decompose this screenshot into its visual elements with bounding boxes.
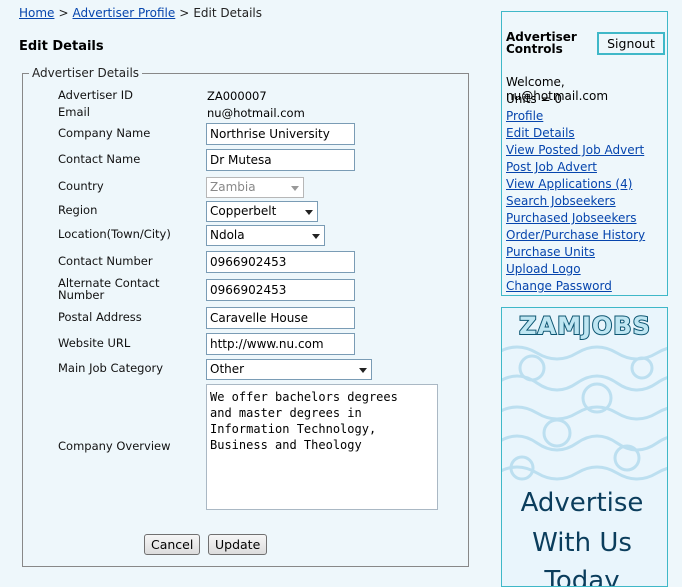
order-purchase-history-link[interactable]: Order/Purchase History xyxy=(506,228,645,242)
page-title: Edit Details xyxy=(19,39,104,54)
breadcrumb-advertiser-profile-link[interactable]: Advertiser Profile xyxy=(73,6,176,20)
purchased-jobseekers-link[interactable]: Purchased Jobseekers xyxy=(506,211,637,225)
breadcrumb-separator: > xyxy=(179,6,190,20)
edit-details-link[interactable]: Edit Details xyxy=(506,126,575,140)
region-select[interactable]: Copperbelt xyxy=(206,201,318,222)
upload-logo-link[interactable]: Upload Logo xyxy=(506,262,581,276)
profile-link[interactable]: Profile xyxy=(506,109,543,123)
signout-button[interactable]: Signout xyxy=(597,32,665,55)
breadcrumb-separator: > xyxy=(58,6,69,20)
company-name-input[interactable] xyxy=(206,123,355,145)
main-job-category-label: Main Job Category xyxy=(58,361,164,375)
postal-address-input[interactable] xyxy=(206,307,355,329)
change-password-link[interactable]: Change Password xyxy=(506,279,612,293)
banner-background-pattern xyxy=(502,345,667,481)
company-name-label: Company Name xyxy=(58,126,151,140)
advertiser-id-label: Advertiser ID xyxy=(58,88,133,102)
fieldset-legend: Advertiser Details xyxy=(29,66,143,80)
region-select-value: Copperbelt xyxy=(210,204,277,218)
breadcrumb-current: Edit Details xyxy=(193,6,262,20)
breadcrumb-home-link[interactable]: Home xyxy=(19,6,54,20)
country-select-value: Zambia xyxy=(210,180,256,194)
advertiser-id-value: ZA000007 xyxy=(207,89,267,103)
location-label: Location(Town/City) xyxy=(58,227,171,241)
breadcrumb: Home > Advertiser Profile > Edit Details xyxy=(19,6,262,20)
chevron-down-icon xyxy=(359,368,367,373)
view-posted-job-advert-link[interactable]: View Posted Job Advert xyxy=(506,143,644,157)
country-select: Zambia xyxy=(206,177,304,198)
country-label: Country xyxy=(58,179,104,193)
advertise-banner[interactable]: ZAMJOBS Advertise With Us Today xyxy=(501,307,668,587)
website-url-input[interactable] xyxy=(206,333,355,355)
contact-name-label: Contact Name xyxy=(58,152,141,166)
ad-line-today: Today xyxy=(543,566,619,587)
advertiser-controls-title: Advertiser Controls xyxy=(506,30,577,56)
contact-number-input[interactable] xyxy=(206,251,355,273)
units-text: Units = 0 xyxy=(506,92,562,106)
post-job-advert-link[interactable]: Post Job Advert xyxy=(506,160,597,174)
alternate-contact-label: Alternate Contact Number xyxy=(58,276,160,302)
advertiser-controls-panel: Advertiser Controls Signout Welcome, nu@… xyxy=(501,11,668,296)
company-overview-label: Company Overview xyxy=(58,439,171,453)
chevron-down-icon xyxy=(312,234,320,239)
cancel-button[interactable]: Cancel xyxy=(144,534,201,555)
main-job-category-select[interactable]: Other xyxy=(206,359,372,380)
postal-address-label: Postal Address xyxy=(58,310,142,324)
ad-line-advertise: Advertise xyxy=(521,488,644,518)
website-url-label: Website URL xyxy=(58,336,131,350)
ad-line-with-us: With Us xyxy=(532,528,632,558)
purchase-units-link[interactable]: Purchase Units xyxy=(506,245,595,259)
region-label: Region xyxy=(58,203,98,217)
advertiser-details-fieldset: Advertiser Details Advertiser ID ZA00000… xyxy=(22,66,469,567)
advertise-banner-graphic: ZAMJOBS Advertise With Us Today xyxy=(502,311,667,587)
controls-links: Profile Edit Details View Posted Job Adv… xyxy=(506,109,645,296)
zamjobs-logo: ZAMJOBS xyxy=(519,312,651,340)
update-button[interactable]: Update xyxy=(208,534,268,555)
view-applications-link[interactable]: View Applications (4) xyxy=(506,177,632,191)
contact-number-label: Contact Number xyxy=(58,254,153,268)
company-overview-textarea[interactable]: We offer bachelors degrees and master de… xyxy=(206,384,438,510)
contact-name-input[interactable] xyxy=(206,149,355,171)
email-label: Email xyxy=(58,105,90,119)
search-jobseekers-link[interactable]: Search Jobseekers xyxy=(506,194,616,208)
location-select-value: Ndola xyxy=(210,228,245,242)
chevron-down-icon xyxy=(291,186,299,191)
alternate-contact-input[interactable] xyxy=(206,279,355,301)
main-job-category-value: Other xyxy=(210,362,245,376)
location-select[interactable]: Ndola xyxy=(206,225,325,246)
email-value: nu@hotmail.com xyxy=(207,106,305,120)
chevron-down-icon xyxy=(305,210,313,215)
